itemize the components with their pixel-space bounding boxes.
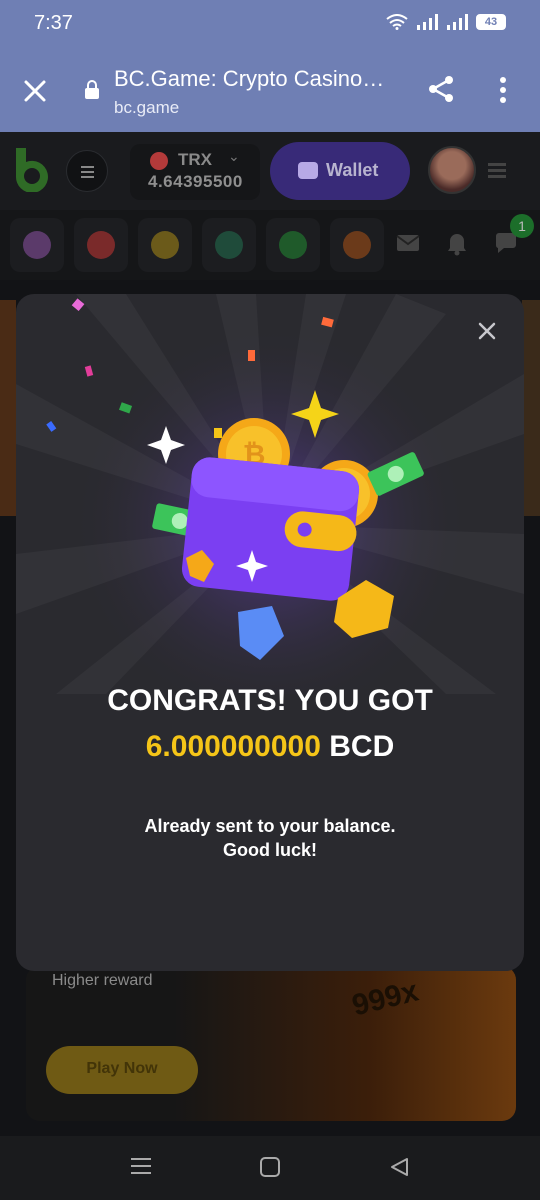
home-icon[interactable] [259, 1156, 281, 1178]
play-now-button[interactable]: Play Now [46, 1046, 198, 1094]
balance-value: 4.64395500 [148, 172, 243, 191]
mail-icon[interactable] [396, 234, 420, 252]
message-line-1: Already sent to your balance. [144, 816, 396, 836]
reward-amount-line: 6.000000000 BCD [16, 730, 524, 764]
wifi-icon [386, 14, 408, 30]
multiplier-text: 999x [348, 974, 422, 1023]
banner-edge-right [522, 300, 540, 516]
promo-card[interactable]: Higher reward Play Now 999x [26, 966, 516, 1121]
message-line-2: Good luck! [223, 840, 317, 860]
banner-edge-left [0, 300, 16, 516]
chest-game-icon[interactable] [138, 218, 192, 272]
lock-icon [85, 80, 99, 99]
trophy-game-icon[interactable] [330, 218, 384, 272]
system-nav-bar [0, 1136, 540, 1200]
page-title: BC.Game: Crypto Casino… [114, 66, 385, 91]
money-game-icon[interactable] [266, 218, 320, 272]
congrats-headline: CONGRATS! YOU GOT [107, 684, 433, 717]
wallet-button[interactable]: Wallet [270, 142, 410, 200]
congrats-modal: ₿ CONGRATS! YOU GOT 6.000000000 BCD Alre… [16, 294, 524, 971]
site-header: TRX ⌄ 4.64395500 Wallet [0, 132, 540, 210]
promo-text: Higher reward [52, 972, 153, 989]
creature-game-icon[interactable] [202, 218, 256, 272]
play-now-label: Play Now [86, 1060, 158, 1077]
reward-currency: BCD [329, 730, 395, 763]
currency-label: TRX [178, 150, 212, 169]
currency-selector[interactable]: TRX ⌄ 4.64395500 [130, 144, 260, 200]
chevron-down-icon: ⌄ [228, 148, 240, 164]
target-game-icon[interactable] [10, 218, 64, 272]
wheel-game-icon[interactable] [74, 218, 128, 272]
status-time: 7:37 [34, 12, 73, 34]
menu-button[interactable] [66, 150, 108, 192]
bell-icon[interactable] [446, 232, 468, 256]
reward-message: Already sent to your balance. Good luck! [16, 814, 524, 862]
more-options-icon[interactable] [498, 76, 508, 104]
back-icon[interactable] [388, 1156, 410, 1178]
battery-icon: 43 [476, 14, 506, 30]
status-icons: 43 [386, 14, 506, 30]
wallet-label: Wallet [326, 160, 379, 180]
share-icon[interactable] [426, 74, 456, 104]
list-menu-icon[interactable] [486, 160, 508, 180]
game-shortcuts-row: 1 [0, 210, 540, 280]
status-bar: 7:37 43 [0, 0, 540, 46]
page-url: bc.game [114, 98, 180, 117]
trx-icon [150, 152, 168, 170]
reward-amount: 6.000000000 [145, 730, 321, 763]
avatar[interactable] [428, 146, 476, 194]
recents-icon[interactable] [130, 1156, 152, 1176]
bc-logo[interactable] [12, 146, 50, 192]
close-tab-icon[interactable] [20, 76, 50, 106]
signal-icon-2 [447, 14, 468, 30]
signal-icon [417, 14, 438, 30]
wallet-icon [298, 162, 318, 179]
browser-toolbar: BC.Game: Crypto Casino… bc.game [0, 46, 540, 132]
wallet-illustration: ₿ [46, 298, 424, 660]
notification-badge: 1 [510, 214, 534, 238]
